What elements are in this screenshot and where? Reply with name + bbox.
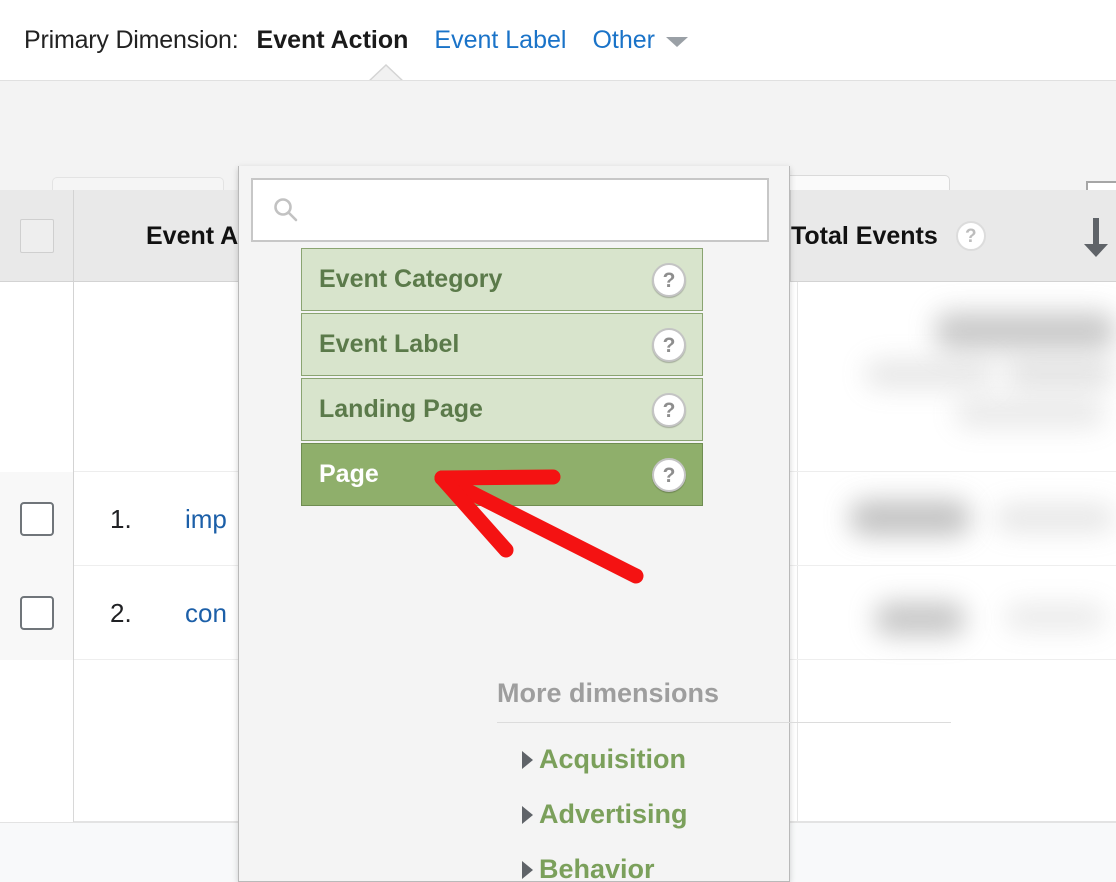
- analytics-report-screen: Primary Dimension: Event Action Event La…: [0, 0, 1116, 882]
- column-header-dimension[interactable]: Event A: [74, 190, 238, 282]
- row-index: 1.: [110, 503, 132, 534]
- primary-dimension-active-tab[interactable]: Event Action: [257, 26, 409, 55]
- triangle-right-icon: [522, 860, 533, 879]
- select-all-cell[interactable]: [0, 190, 74, 282]
- row-dimension-link[interactable]: con: [185, 566, 227, 660]
- row-checkbox-cell[interactable]: [0, 566, 74, 660]
- arrow-down-icon[interactable]: [1078, 216, 1114, 258]
- more-dimensions-groups: Acquisition Advertising Behavior Custom …: [522, 732, 992, 882]
- dimension-group-advertising[interactable]: Advertising: [522, 787, 992, 842]
- dimension-group-label: Advertising: [539, 799, 688, 829]
- triangle-right-icon: [522, 750, 533, 769]
- primary-dimension-label: Primary Dimension:: [24, 25, 239, 54]
- question-mark-icon[interactable]: ?: [652, 393, 686, 427]
- triangle-right-icon: [522, 805, 533, 824]
- row-dimension-link[interactable]: imp: [185, 472, 227, 566]
- checkbox-icon[interactable]: [19, 596, 54, 630]
- column-header-total-events-label: Total Events: [791, 221, 938, 250]
- row-checkbox-cell: [0, 282, 74, 472]
- checkbox-icon[interactable]: [19, 502, 54, 536]
- dimension-group-label: Acquisition: [539, 744, 686, 774]
- column-header-dimension-label: Event A: [146, 221, 239, 250]
- column-header-total-events[interactable]: Total Events ?: [790, 190, 986, 282]
- dimension-option-page[interactable]: Page ?: [301, 443, 703, 506]
- question-mark-icon[interactable]: ?: [652, 328, 686, 362]
- question-mark-icon[interactable]: ?: [652, 458, 686, 492]
- dimension-group-label: Behavior: [539, 854, 655, 882]
- primary-dimension-bar: Primary Dimension: Event Action Event La…: [0, 0, 1116, 80]
- secondary-dimension-dropdown: Event Category ? Event Label ? Landing P…: [238, 166, 951, 882]
- dimension-group-behavior[interactable]: Behavior: [522, 842, 992, 882]
- dimension-option-event-label[interactable]: Event Label ?: [301, 313, 703, 376]
- dimension-group-acquisition[interactable]: Acquisition: [522, 732, 992, 787]
- more-dimensions-divider: [497, 722, 951, 723]
- row-index: 2.: [110, 597, 132, 628]
- search-input[interactable]: [313, 195, 733, 225]
- primary-dimension-tab-event-label[interactable]: Event Label: [434, 26, 566, 55]
- dimension-option-event-category[interactable]: Event Category ?: [301, 248, 703, 311]
- dimension-option-label: Event Category: [319, 265, 503, 293]
- dimension-quick-list: Event Category ? Event Label ? Landing P…: [301, 248, 703, 508]
- dimension-option-landing-page[interactable]: Landing Page ?: [301, 378, 703, 441]
- dimension-option-label: Landing Page: [319, 395, 483, 423]
- row-checkbox-cell[interactable]: [0, 472, 74, 566]
- question-mark-icon[interactable]: ?: [652, 263, 686, 297]
- checkbox-icon[interactable]: [19, 219, 54, 253]
- primary-dimension-other-menu[interactable]: Other: [592, 26, 688, 55]
- question-mark-icon[interactable]: ?: [955, 221, 986, 251]
- primary-dimension-other-label: Other: [592, 25, 655, 54]
- dimension-option-label: Page: [319, 460, 379, 488]
- dimension-search-field[interactable]: [251, 178, 769, 242]
- more-dimensions-heading: More dimensions: [497, 678, 720, 708]
- dimension-option-label: Event Label: [319, 330, 460, 358]
- chevron-down-icon: [665, 37, 688, 47]
- search-icon: [274, 198, 298, 222]
- row-checkbox-cell: [0, 660, 74, 822]
